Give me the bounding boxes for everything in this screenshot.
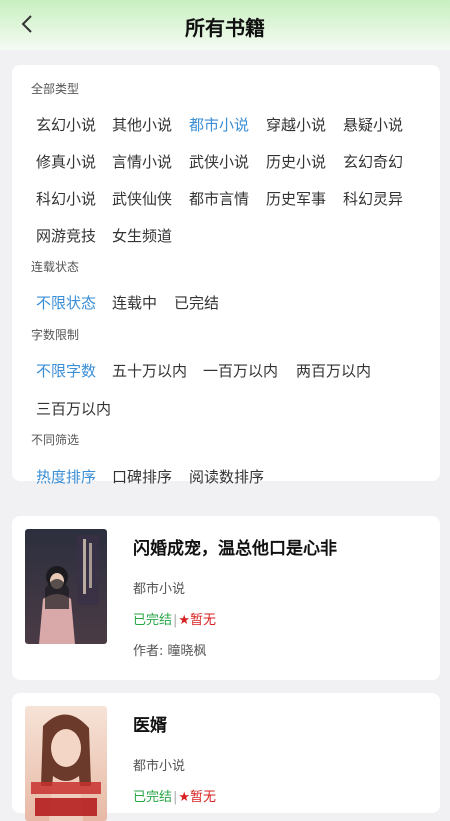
filter-type-option[interactable]: 悬疑小说: [343, 114, 403, 135]
book-category: 都市小说: [133, 759, 186, 774]
filter-status-option[interactable]: 已完结: [174, 292, 219, 313]
filter-status-option[interactable]: 连载中: [112, 292, 157, 313]
filter-type-option[interactable]: 历史小说: [266, 151, 326, 172]
filter-type-option[interactable]: 穿越小说: [266, 114, 326, 135]
type-section-label: 全部类型: [31, 82, 80, 96]
filter-type-option[interactable]: 科幻小说: [36, 188, 96, 209]
filter-sort-option[interactable]: 阅读数排序: [189, 466, 264, 487]
book-author: 作者: 曈晓枫: [133, 644, 207, 659]
filter-type-option[interactable]: 历史军事: [266, 188, 326, 209]
filter-words-option[interactable]: 一百万以内: [203, 360, 278, 381]
book-status-line: 已完结|★暂无: [133, 786, 216, 805]
filter-type-option-selected[interactable]: 都市小说: [189, 114, 249, 135]
filter-status-option-selected[interactable]: 不限状态: [36, 292, 96, 313]
filter-words-option-selected[interactable]: 不限字数: [36, 360, 96, 381]
book-list-item[interactable]: 医婿 都市小说 已完结|★暂无: [12, 693, 440, 821]
book-status: 已完结: [133, 613, 173, 628]
book-rating: ★暂无: [178, 613, 217, 628]
filter-sort-option-selected[interactable]: 热度排序: [36, 466, 96, 487]
status-divider: |: [173, 790, 178, 805]
filter-type-option[interactable]: 修真小说: [36, 151, 96, 172]
filter-words-option[interactable]: 三百万以内: [36, 398, 111, 419]
filter-type-option[interactable]: 武侠小说: [189, 151, 249, 172]
book-category: 都市小说: [133, 582, 186, 597]
filter-type-option[interactable]: 都市言情: [189, 188, 249, 209]
status-divider: |: [173, 613, 178, 628]
filter-type-option[interactable]: 其他小说: [112, 114, 172, 135]
filter-words-option[interactable]: 两百万以内: [296, 360, 371, 381]
filter-sort-option[interactable]: 口碑排序: [112, 466, 172, 487]
status-section-label: 连载状态: [31, 260, 80, 274]
book-status: 已完结: [133, 790, 173, 805]
filter-type-option[interactable]: 武侠仙侠: [112, 188, 172, 209]
filter-words-option[interactable]: 五十万以内: [112, 360, 187, 381]
book-status-line: 已完结|★暂无: [133, 609, 216, 628]
book-title[interactable]: 医婿: [133, 711, 167, 736]
filter-type-option[interactable]: 言情小说: [112, 151, 172, 172]
filter-type-option[interactable]: 玄幻小说: [36, 114, 96, 135]
page-title: 所有书籍: [185, 16, 265, 40]
filter-type-option[interactable]: 玄幻奇幻: [343, 151, 403, 172]
book-rating: ★暂无: [178, 790, 217, 805]
filter-type-option[interactable]: 网游竞技: [36, 225, 96, 246]
filter-type-option[interactable]: 科幻灵异: [343, 188, 403, 209]
book-cover-image[interactable]: [25, 706, 107, 821]
filter-panel: 全部类型 玄幻小说 其他小说 都市小说 穿越小说 悬疑小说 修真小说 言情小说 …: [12, 65, 440, 486]
header-bar: 所有书籍: [0, 0, 450, 50]
sort-section-label: 不同筛选: [31, 433, 80, 447]
book-cover-image[interactable]: [25, 529, 107, 644]
book-title[interactable]: 闪婚成宠，温总他口是心非: [133, 534, 337, 559]
words-section-label: 字数限制: [31, 328, 80, 342]
filter-type-option[interactable]: 女生频道: [112, 225, 172, 246]
book-list-item[interactable]: 闪婚成宠，温总他口是心非 都市小说 已完结|★暂无 作者: 曈晓枫: [12, 516, 440, 680]
